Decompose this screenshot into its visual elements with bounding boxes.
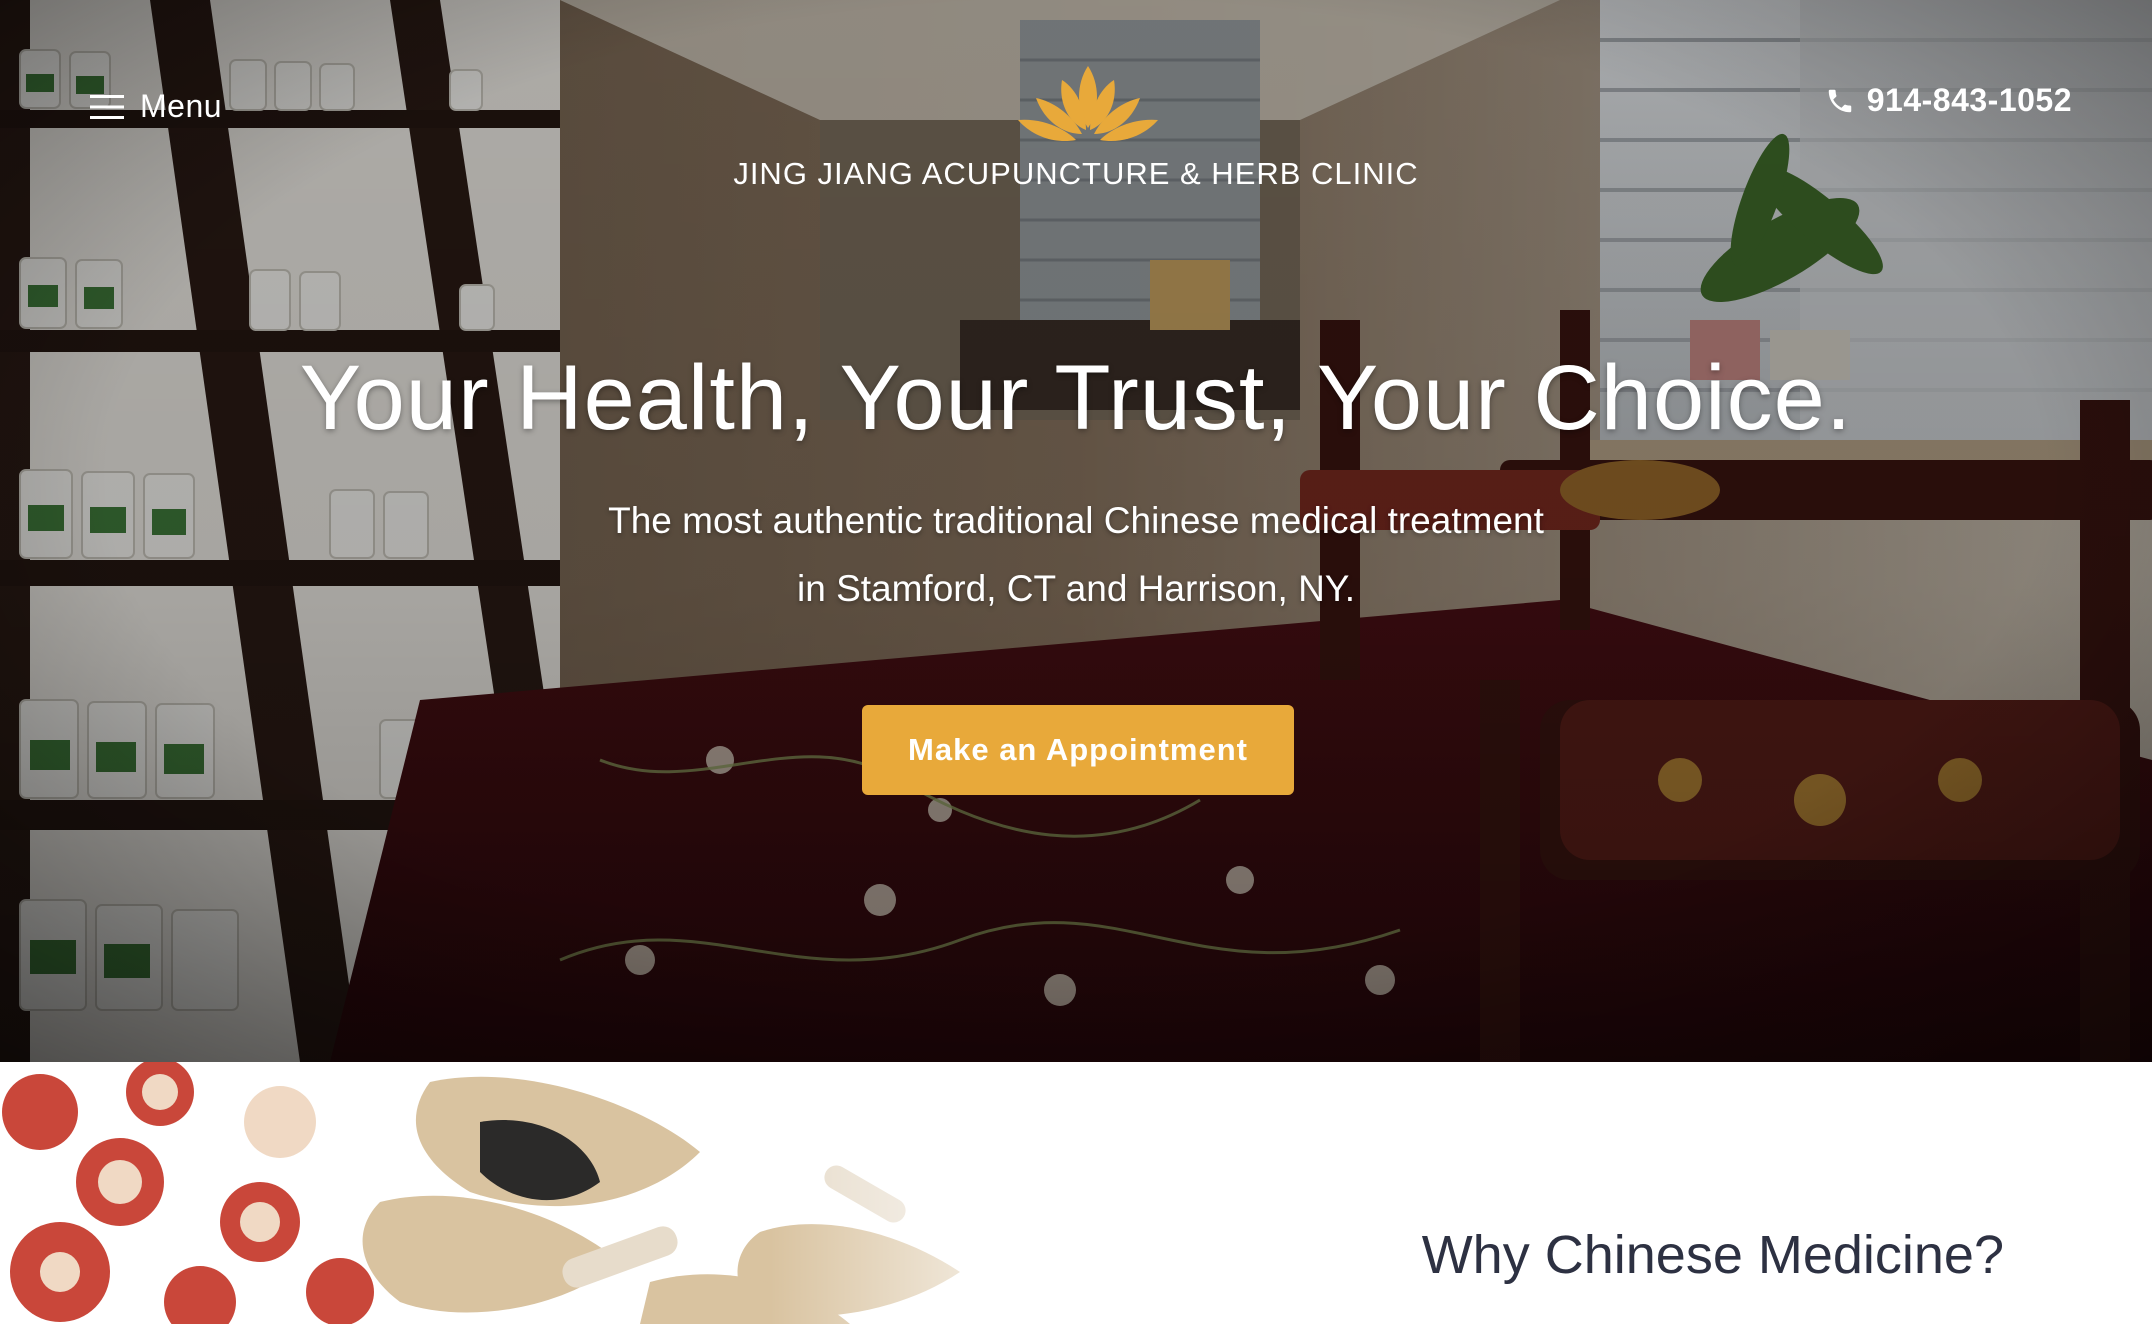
hamburger-menu-icon (90, 94, 124, 119)
hero-section: Menu JING JIANG ACUPUNCTURE & HERB CLINI… (0, 0, 2152, 1062)
make-appointment-button[interactable]: Make an Appointment (862, 705, 1294, 795)
why-chinese-medicine-section: Why Chinese Medicine? (0, 1062, 2152, 1324)
phone-number: 914-843-1052 (1866, 82, 2072, 118)
lotus-logo-icon[interactable] (1016, 62, 1160, 146)
clinic-name[interactable]: JING JIANG ACUPUNCTURE & HERB CLINIC (0, 156, 2152, 192)
menu-label: Menu (140, 88, 223, 124)
phone-link[interactable]: 914-843-1052 (1825, 82, 2072, 119)
dried-herbs-image (0, 1062, 1100, 1324)
section-title: Why Chinese Medicine? (1421, 1225, 2004, 1285)
hero-subline-2: in Stamford, CT and Harrison, NY. (797, 568, 1355, 609)
phone-icon (1828, 89, 1851, 112)
hero-headline: Your Health, Your Trust, Your Choice. (299, 347, 1853, 449)
menu-button[interactable]: Menu (90, 88, 222, 125)
hero-subline-1: The most authentic traditional Chinese m… (608, 500, 1544, 541)
